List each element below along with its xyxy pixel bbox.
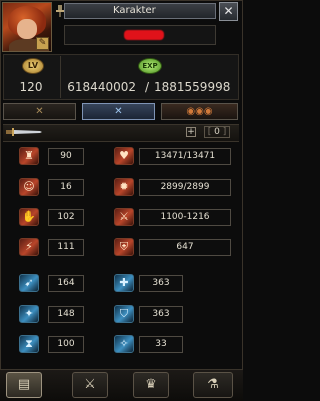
crit-icon[interactable]: ✧ [114, 335, 134, 353]
level-value: 120 [19, 80, 43, 94]
hourglass-value: 100 [48, 336, 84, 353]
attack-icon[interactable]: ⚔ [114, 208, 134, 226]
strength-icon[interactable]: ♜ [19, 147, 39, 165]
dexterity-icon-glyph: ✋ [22, 210, 36, 223]
hourglass-icon-glyph: ⧗ [25, 337, 33, 350]
magic-attack-value: 363 [139, 275, 183, 292]
exp-badge-icon: EXP [138, 58, 162, 74]
intelligence-value: 16 [48, 179, 84, 196]
close-button[interactable]: ✕ [219, 2, 238, 21]
dexterity-value: 102 [48, 209, 84, 226]
attack-icon-glyph: ⚔ [119, 210, 129, 223]
health-icon[interactable]: ♥ [114, 147, 134, 165]
mana-value: 2899/2899 [139, 179, 231, 196]
exp-separator: / [144, 80, 150, 94]
weapon-tab-icon: ⚔ [84, 377, 96, 392]
defense-icon-glyph: ⛨ [119, 240, 129, 253]
level-badge-icon: LV [22, 58, 44, 74]
points-bracket-open: [ [207, 127, 212, 137]
portrait-face [17, 19, 37, 39]
sword-icon [6, 128, 42, 136]
character-card-icon: ▤ [17, 377, 31, 392]
crit-icon-glyph: ✧ [119, 337, 129, 350]
attack-speed-icon-glyph: ➹ [24, 276, 34, 289]
vitality-icon[interactable]: ⚡ [19, 238, 39, 256]
tab-armor[interactable]: ♛ [133, 372, 169, 398]
crossed-blades-icon: ✕ [114, 106, 123, 117]
cast-speed-icon-glyph: ✦ [24, 307, 34, 320]
cast-speed-icon[interactable]: ✦ [19, 305, 39, 323]
tab-character[interactable]: ▤ [6, 372, 42, 398]
magic-defense-value: 363 [139, 306, 183, 323]
mode-button-1[interactable]: ✕ [3, 103, 76, 120]
intelligence-icon-glyph: ☺ [23, 180, 35, 193]
orb-icon: ◉◉◉ [186, 106, 213, 117]
stat-points-value: 0 [214, 127, 220, 137]
redacted-name-mark [124, 30, 164, 40]
attack-speed-value: 164 [48, 275, 84, 292]
stat-points-counter: [ 0 ] [204, 126, 230, 138]
strength-value: 90 [48, 148, 84, 165]
mode-button-2[interactable]: ✕ [82, 103, 155, 120]
defense-value: 647 [139, 239, 231, 256]
vitality-icon-glyph: ⚡ [25, 240, 33, 253]
add-stat-point-button[interactable]: + [186, 127, 196, 137]
dexterity-icon[interactable]: ✋ [19, 208, 39, 226]
panel-divider [60, 56, 61, 98]
hourglass-icon[interactable]: ⧗ [19, 335, 39, 353]
exp-current: 618440002 [67, 80, 136, 94]
magic-attack-icon-glyph: ✚ [119, 276, 129, 289]
intelligence-icon[interactable]: ☺ [19, 178, 39, 196]
mana-icon-glyph: ✹ [119, 180, 129, 193]
exp-max: 1881559998 [154, 80, 231, 94]
window-title: Karakter [64, 3, 216, 19]
tab-weapon[interactable]: ⚔ [72, 372, 108, 398]
cast-speed-value: 148 [48, 306, 84, 323]
points-bracket-close: ] [222, 127, 227, 137]
attack-speed-icon[interactable]: ➹ [19, 274, 39, 292]
mana-icon[interactable]: ✹ [114, 178, 134, 196]
mode-button-3[interactable]: ◉◉◉ [161, 103, 238, 120]
potion-tab-icon: ⚗ [207, 377, 219, 392]
armor-tab-icon: ♛ [145, 377, 157, 392]
health-icon-glyph: ♥ [119, 149, 129, 162]
tab-potion[interactable]: ⚗ [193, 372, 233, 398]
health-value: 13471/13471 [139, 148, 231, 165]
defense-icon[interactable]: ⛨ [114, 238, 134, 256]
character-name-field [64, 25, 216, 45]
attack-value: 1100-1216 [139, 209, 231, 226]
edit-portrait-icon[interactable]: ✎ [36, 37, 49, 50]
magic-attack-icon[interactable]: ✚ [114, 274, 134, 292]
vitality-value: 111 [48, 239, 84, 256]
strength-icon-glyph: ♜ [24, 149, 34, 162]
crossed-swords-icon: ✕ [35, 106, 44, 117]
magic-defense-icon-glyph: ⛉ [119, 307, 129, 320]
crit-value: 33 [139, 336, 183, 353]
magic-defense-icon[interactable]: ⛉ [114, 305, 134, 323]
